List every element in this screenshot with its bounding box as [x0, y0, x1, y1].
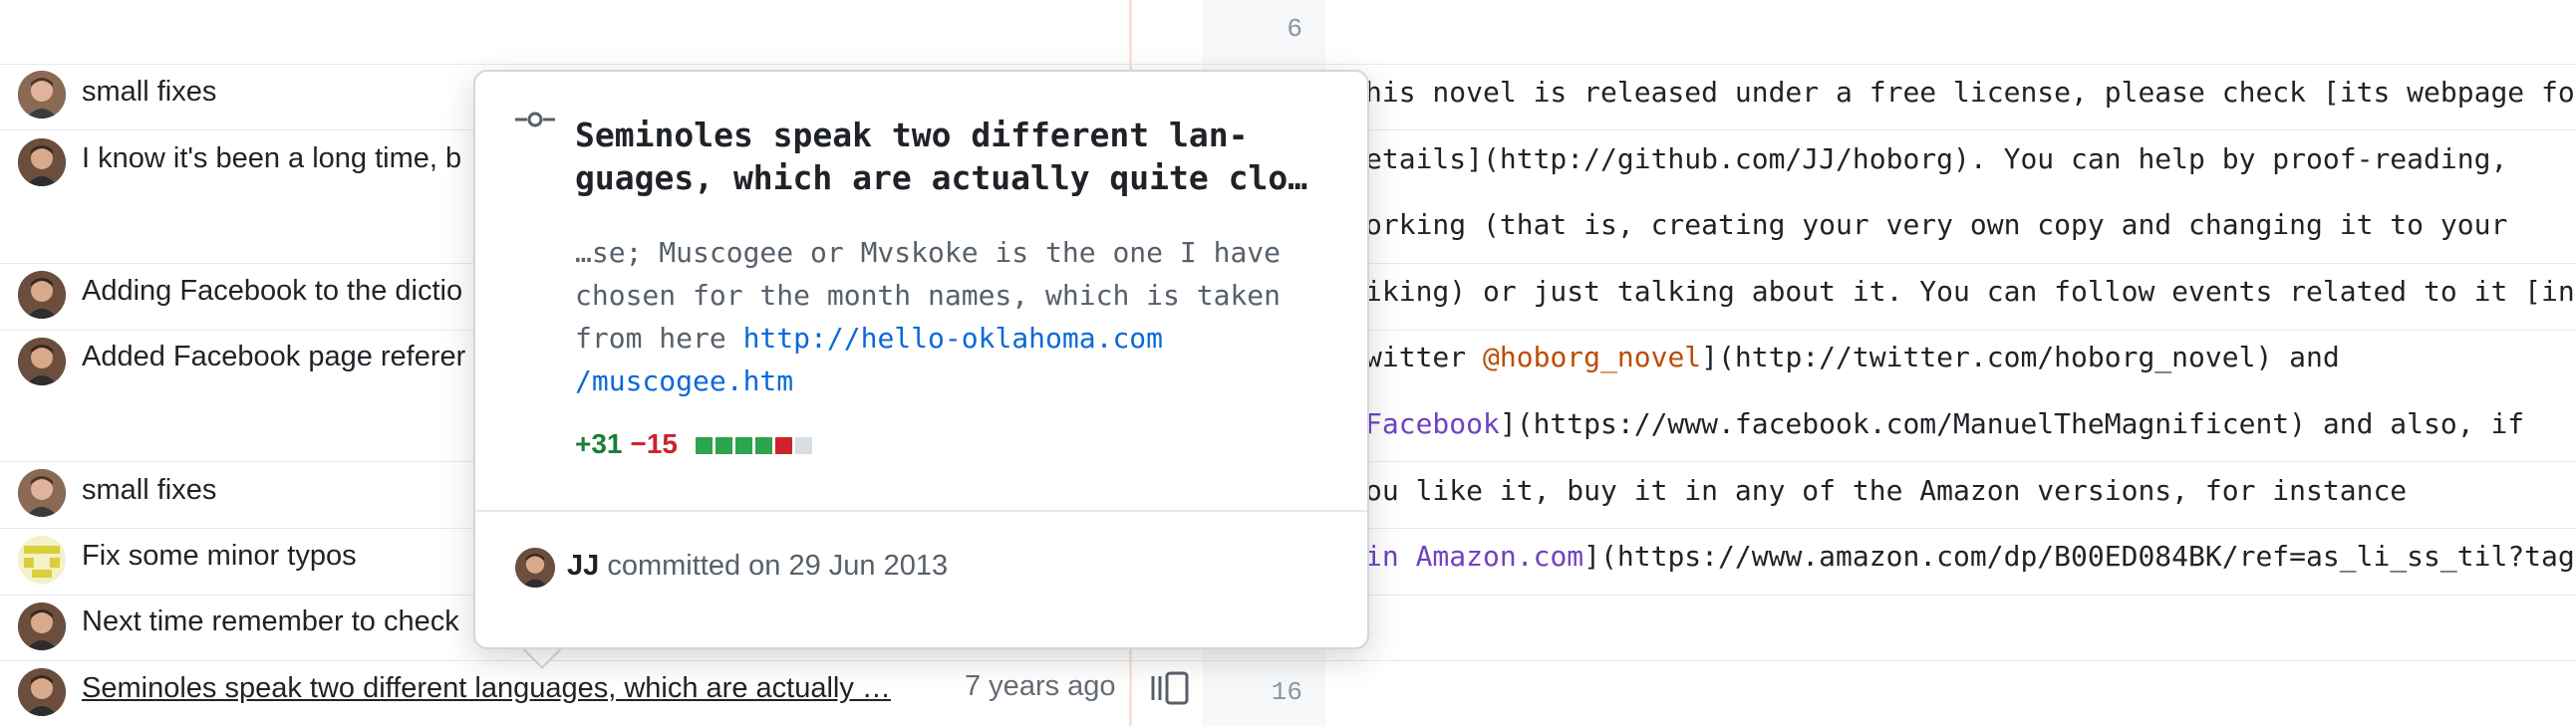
code-line: ou like it, buy it in any of the Amazon …	[1365, 474, 2408, 507]
commit-message-link[interactable]: Seminoles speak two different languages,…	[82, 672, 891, 705]
avatar[interactable]	[18, 71, 66, 119]
commit-message-link[interactable]: Next time remember to check	[82, 605, 459, 638]
code-text: ](http://twitter.com/hoborg_novel) and	[1701, 341, 2340, 373]
code-line: etails](http://github.com/JJ/hoborg). Yo…	[1365, 142, 2508, 175]
author-name[interactable]: JJ	[567, 550, 599, 582]
commit-icon	[515, 112, 555, 127]
twitter-mention: @hoborg_novel	[1483, 341, 1702, 373]
markdown-link-text: Amazon.com	[1415, 540, 1584, 573]
commit-body: …se; Muscogee or Mvskoke is the one I ha…	[575, 231, 1292, 402]
avatar[interactable]	[18, 138, 66, 186]
code-line: in Amazon.com](https://www.amazon.com/dp…	[1365, 540, 2576, 573]
commit-title[interactable]: Seminoles speak two different lan- guage…	[575, 114, 1332, 199]
author-avatar[interactable]	[515, 548, 555, 588]
commit-message-link[interactable]: I know it's been a long time, b	[82, 142, 461, 175]
diffstat-square	[794, 437, 812, 455]
line-number[interactable]: 16	[1203, 677, 1302, 707]
avatar[interactable]	[18, 469, 66, 517]
markdown-link-text: Facebook	[1365, 407, 1500, 440]
commit-meta: JJ committed on 29 Jun 2013	[567, 550, 948, 583]
commit-message-link[interactable]: Added Facebook page referer	[82, 341, 465, 373]
commit-message-link[interactable]: Adding Facebook to the dictio	[82, 275, 462, 308]
identicon-avatar[interactable]	[18, 536, 66, 584]
diffstat-square	[754, 437, 772, 455]
avatar[interactable]	[18, 603, 66, 650]
diff-stats: +31 −15	[575, 428, 812, 460]
row-divider	[0, 660, 2576, 661]
additions-count: +31	[575, 428, 623, 459]
code-text: in	[1365, 540, 1416, 573]
commit-message-link[interactable]: small fixes	[82, 76, 216, 109]
diffstat-square	[774, 437, 792, 455]
deletions-count: −15	[630, 428, 679, 459]
avatar[interactable]	[18, 338, 66, 385]
popover-divider	[475, 510, 1367, 512]
diffstat-square	[695, 437, 713, 455]
commit-hovercard: Seminoles speak two different lan- guage…	[473, 70, 1369, 649]
code-text: ](https://www.facebook.com/ManuelTheMagn…	[1499, 407, 2525, 440]
code-line: Facebook](https://www.facebook.com/Manue…	[1365, 407, 2524, 440]
code-text: witter	[1365, 341, 1484, 373]
code-line: witter @hoborg_novel](http://twitter.com…	[1365, 341, 2340, 373]
avatar[interactable]	[18, 271, 66, 319]
blame-history-icon[interactable]	[1148, 668, 1194, 708]
commit-age: 7 years ago	[965, 670, 1116, 702]
code-line: orking (that is, creating your very own …	[1365, 208, 2508, 241]
code-line: his novel is released under a free licen…	[1365, 76, 2576, 109]
row-divider	[0, 64, 2576, 65]
commit-message-link[interactable]: Fix some minor typos	[82, 540, 357, 573]
commit-message-link[interactable]: small fixes	[82, 474, 216, 507]
code-text: ](https://www.amazon.com/dp/B00ED084BK/r…	[1583, 540, 2576, 573]
avatar[interactable]	[18, 668, 66, 716]
code-line: iking) or just talking about it. You can…	[1365, 275, 2575, 308]
diffstat-square	[715, 437, 732, 455]
diffstat-square	[734, 437, 752, 455]
committed-date: committed on 29 Jun 2013	[607, 550, 949, 582]
line-number[interactable]: 6	[1203, 14, 1302, 44]
